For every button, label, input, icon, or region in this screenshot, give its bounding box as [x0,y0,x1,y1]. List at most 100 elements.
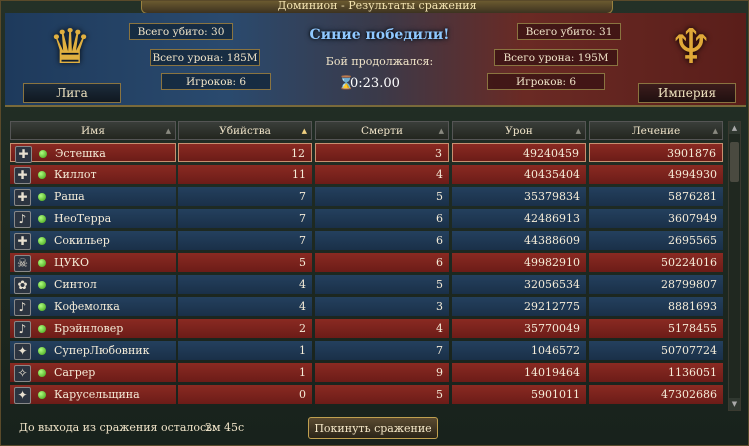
player-name: СуперЛюбовник [54,344,150,357]
deaths-cell: 5 [315,275,449,294]
table-row[interactable]: ✚ Эстешка 12 3 49240459 3901876 [10,142,724,163]
player-name-cell: ✿ Синтол [10,275,176,294]
table-header: Имя ▲ Убийства ▲ Смерти ▲ Урон ▲ Лечение… [10,121,724,141]
player-name: Раша [54,190,85,203]
player-name: ЦУКО [54,256,90,269]
deaths-cell: 7 [315,341,449,360]
online-status-icon [38,193,46,201]
kills-cell: 11 [178,165,312,184]
damage-cell: 49240459 [452,143,586,162]
horn-icon: ♪ [14,299,31,316]
damage-cell: 44388609 [452,231,586,250]
kills-cell: 7 [178,231,312,250]
table-row[interactable]: ♪ НеоТерра 7 6 42486913 3607949 [10,208,724,229]
player-name-cell: ✚ Сокильер [10,231,176,250]
healing-cell: 4994930 [589,165,723,184]
healing-cell: 8881693 [589,297,723,316]
player-name-cell: ✧ Сагрер [10,363,176,382]
damage-cell: 40435404 [452,165,586,184]
star-icon: ✦ [14,343,31,360]
scroll-thumb[interactable] [730,142,739,182]
damage-cell: 14019464 [452,363,586,382]
player-name-cell: ✚ Киллот [10,165,176,184]
table-row[interactable]: ✚ Сокильер 7 6 44388609 2695565 [10,230,724,251]
paw-icon: ✿ [14,277,31,294]
deaths-cell: 6 [315,253,449,272]
column-header-label: Смерти [361,125,403,137]
kills-cell: 4 [178,275,312,294]
healing-cell: 47302686 [589,385,723,404]
sort-icon: ▲ [712,127,718,135]
online-status-icon [38,171,46,179]
player-name: Сагрер [54,366,96,379]
shield-cross-icon: ✚ [14,233,31,250]
online-status-icon [38,369,46,377]
battle-summary: ♛ Лига Всего убито: 30 Всего урона: 185M… [5,13,746,107]
right-players: Игроков: 6 [487,73,605,90]
table-row[interactable]: ✚ Раша 7 5 35379834 5876281 [10,186,724,207]
healing-cell: 5876281 [589,187,723,206]
table-row[interactable]: ✦ СуперЛюбовник 1 7 1046572 50707724 [10,340,724,361]
online-status-icon [38,391,46,399]
kills-cell: 2 [178,319,312,338]
leave-timer-label: До выхода из сражения осталось: [19,421,216,434]
damage-cell: 1046572 [452,341,586,360]
online-status-icon [39,150,47,158]
deaths-cell: 9 [315,363,449,382]
leave-battle-button[interactable]: Покинуть сражение [308,417,438,439]
column-header-label: Убийства [219,125,271,137]
player-name: НеоТерра [54,212,112,225]
column-header-name[interactable]: Имя ▲ [10,121,176,140]
scroll-up-icon[interactable]: ▲ [729,122,740,134]
battle-results-window: Доминион - Результаты сражения ♛ Лига Вс… [0,0,749,446]
player-name: Эстешка [55,147,106,160]
leave-timer: 2м 45с [205,421,245,434]
column-header-label: Имя [81,125,105,137]
table-row[interactable]: ✿ Синтол 4 5 32056534 28799807 [10,274,724,295]
horn-icon: ♪ [14,211,31,228]
sort-ascending-icon: ▲ [301,127,307,135]
player-name: Брэйнловер [54,322,124,335]
right-total-kills: Всего убито: 31 [517,23,621,40]
healing-cell: 28799807 [589,275,723,294]
horn-icon: ♪ [14,321,31,338]
kills-cell: 7 [178,209,312,228]
duration-label: Бой продолжался: [325,55,434,68]
player-name-cell: ♪ Брэйнловер [10,319,176,338]
healing-cell: 3607949 [589,209,723,228]
sort-icon: ▲ [438,127,444,135]
right-total-damage: Всего урона: 195M [494,49,618,66]
kills-cell: 1 [178,363,312,382]
deaths-cell: 3 [315,297,449,316]
online-status-icon [38,215,46,223]
online-status-icon [38,303,46,311]
kills-cell: 4 [178,297,312,316]
table-row[interactable]: ☠ ЦУКО 5 6 49982910 50224016 [10,252,724,273]
table-row[interactable]: ♪ Брэйнловер 2 4 35770049 5178455 [10,318,724,339]
deaths-cell: 5 [315,385,449,404]
damage-cell: 32056534 [452,275,586,294]
healing-cell: 50707724 [589,341,723,360]
battle-result: Синие победили! [309,27,450,43]
shield-cross-icon: ✚ [14,167,31,184]
left-players: Игроков: 6 [161,73,271,90]
table-row[interactable]: ♪ Кофемолка 4 3 29212775 8881693 [10,296,724,317]
kills-cell: 7 [178,187,312,206]
left-total-kills: Всего убито: 30 [129,23,233,40]
column-header-healing[interactable]: Лечение ▲ [589,121,723,140]
table-row[interactable]: ✦ Карусельщина 0 5 5901011 47302686 [10,384,724,405]
healing-cell: 1136051 [589,363,723,382]
scroll-down-icon[interactable]: ▼ [729,398,740,410]
table-row[interactable]: ✚ Киллот 11 4 40435404 4994930 [10,164,724,185]
player-name: Кофемолка [54,300,120,313]
column-header-deaths[interactable]: Смерти ▲ [315,121,449,140]
kills-cell: 12 [178,143,312,162]
column-header-kills[interactable]: Убийства ▲ [178,121,312,140]
healing-cell: 50224016 [589,253,723,272]
kills-cell: 5 [178,253,312,272]
column-header-damage[interactable]: Урон ▲ [452,121,586,140]
table-row[interactable]: ✧ Сагрер 1 9 14019464 1136051 [10,362,724,383]
kills-cell: 1 [178,341,312,360]
table-scrollbar[interactable]: ▲ ▼ [728,121,741,411]
player-name: Карусельщина [54,388,140,401]
